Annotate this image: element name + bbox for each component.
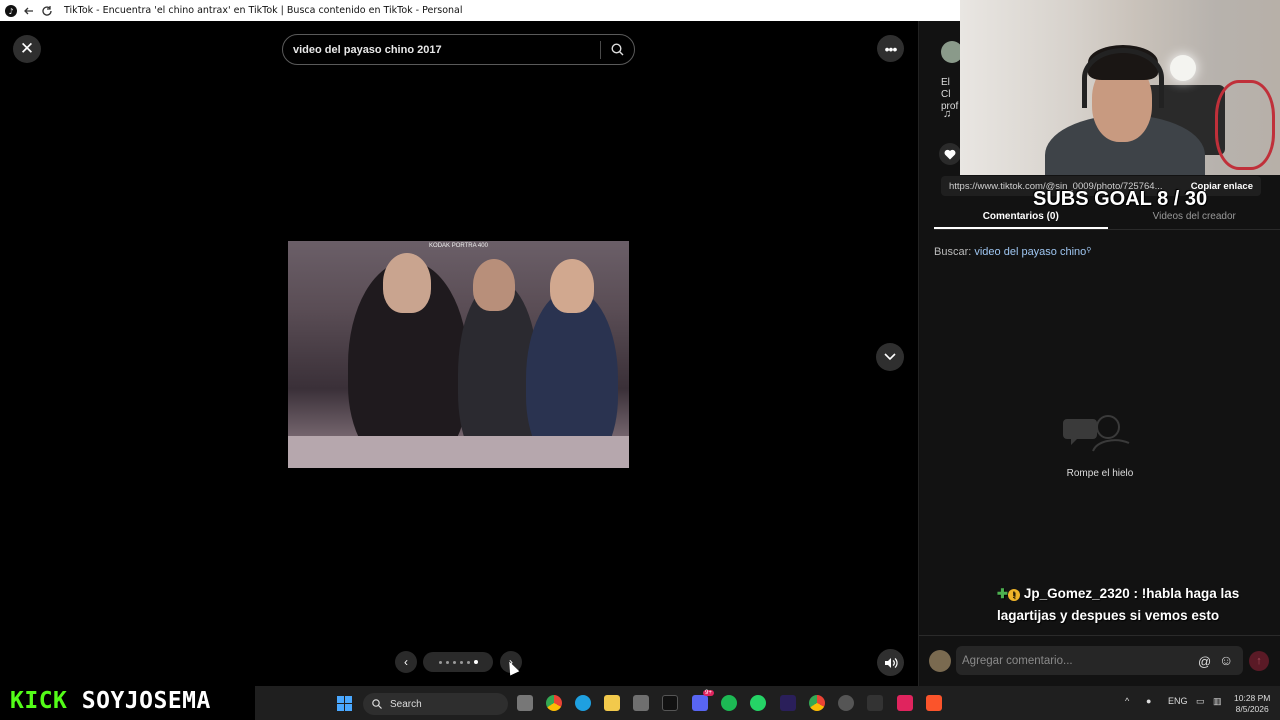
empty-comments-icon	[1063, 411, 1133, 462]
taskbar-search-label: Search	[390, 698, 422, 710]
search-icon	[372, 699, 382, 709]
kick-channel-logo: KICK SOYJOSEMA	[10, 688, 211, 714]
edge-icon[interactable]	[575, 695, 591, 711]
subs-goal-overlay: SUBS GOAL 8 / 30	[1033, 188, 1208, 210]
related-search-prefix: Buscar:	[934, 246, 972, 258]
tiktok-studio-icon[interactable]	[897, 695, 913, 711]
brave-icon[interactable]	[926, 695, 942, 711]
page-dot-active[interactable]	[473, 660, 478, 664]
discord-icon[interactable]	[692, 695, 708, 711]
search-bar[interactable]: video del payaso chino 2017	[282, 34, 635, 65]
photo-table	[288, 436, 629, 468]
clock-time: 10:28 PM	[1234, 693, 1271, 703]
obs-icon[interactable]	[838, 695, 854, 711]
next-post-button[interactable]	[876, 343, 904, 371]
microphone-icon[interactable]: ●	[1146, 696, 1151, 706]
windows-start-icon[interactable]	[337, 696, 352, 711]
webcam-headset	[1082, 48, 1164, 108]
discord-notification-badge: 9+	[703, 690, 714, 696]
reload-icon[interactable]	[40, 4, 54, 18]
back-arrow-icon[interactable]	[22, 4, 36, 18]
music-note-icon[interactable]: ♫	[943, 108, 951, 120]
empty-comments-text: Rompe el hielo	[1066, 468, 1134, 479]
more-options-button[interactable]: •••	[877, 35, 904, 62]
spotify-icon[interactable]	[721, 695, 737, 711]
user-avatar[interactable]	[929, 650, 951, 672]
emoji-icon[interactable]: ☺	[1219, 652, 1233, 668]
search-input[interactable]: video del payaso chino 2017	[283, 44, 600, 56]
photo-prev-button[interactable]: ‹	[395, 651, 417, 673]
comment-composer: Agregar comentario... @ ☺ ↑	[919, 635, 1280, 686]
tiktok-favicon-icon: ♪	[4, 4, 18, 18]
chevron-down-icon	[884, 353, 896, 361]
badge-sub-icon: !	[1007, 589, 1020, 601]
chat-username: Jp_Gomez_2320	[1023, 586, 1130, 601]
chat-message: ✚! Jp_Gomez_2320 : !habla haga las lagart…	[997, 583, 1277, 627]
webcam-lamp	[1170, 55, 1196, 81]
page-dot[interactable]	[452, 660, 456, 664]
chrome-profile-icon[interactable]	[809, 695, 825, 711]
more-icon: •••	[884, 40, 898, 57]
chrome-icon[interactable]	[546, 695, 562, 711]
window-title: TikTok - Encuentra 'el chino antrax' en …	[64, 5, 463, 16]
taskbar-search[interactable]: Search	[363, 693, 508, 715]
photo-face-middle	[473, 259, 515, 311]
photo-face-right	[550, 259, 594, 313]
search-button[interactable]	[601, 43, 634, 56]
related-search-link[interactable]: video del payaso chino	[974, 246, 1086, 258]
taskbar: Search 9+ ^ ● ENG ▭ ▥ 10:28 PM 8/5/2026	[255, 686, 1280, 720]
system-clock[interactable]: 10:28 PM 8/5/2026	[1234, 693, 1270, 715]
page-dot[interactable]	[438, 660, 442, 664]
heart-icon	[944, 149, 956, 159]
display-icon[interactable]: ▭	[1196, 696, 1205, 707]
terminal-icon[interactable]	[867, 695, 883, 711]
file-explorer-icon[interactable]	[604, 695, 620, 711]
related-search: Buscar: video del payaso chino⚲	[934, 246, 1091, 258]
kick-prefix: KICK	[10, 688, 68, 714]
page-dot[interactable]	[466, 660, 470, 664]
volume-button[interactable]	[877, 649, 904, 676]
webcam-bike	[1215, 80, 1275, 170]
photo-face-left	[383, 253, 431, 313]
network-icon[interactable]: ▥	[1213, 696, 1222, 707]
post-photo: KODAK PORTRA 400	[288, 241, 629, 468]
tray-chevron-icon[interactable]: ^	[1125, 696, 1129, 706]
premiere-icon[interactable]	[780, 695, 796, 711]
language-indicator[interactable]: ENG	[1168, 696, 1188, 706]
like-button[interactable]	[939, 143, 961, 165]
clock-date: 8/5/2026	[1235, 704, 1269, 714]
close-button[interactable]: ✕	[13, 35, 41, 63]
chevron-left-icon: ‹	[404, 655, 408, 669]
tiktok-app-icon[interactable]	[662, 695, 678, 711]
photo-film-caption: KODAK PORTRA 400	[429, 243, 488, 249]
close-icon: ✕	[19, 39, 35, 58]
svg-text:♪: ♪	[8, 7, 13, 16]
kick-channel-name: SOYJOSEMA	[81, 688, 211, 714]
task-view-icon[interactable]	[517, 695, 533, 711]
page-dot[interactable]	[445, 660, 449, 664]
post-comment-button[interactable]: ↑	[1249, 651, 1269, 671]
speaker-icon	[884, 657, 898, 668]
photo-viewer: ✕ video del payaso chino 2017 ••• KODAK …	[0, 21, 918, 686]
search-small-icon: ⚲	[1086, 247, 1092, 254]
badge-plus-icon: ✚	[997, 586, 1008, 601]
webcam-overlay	[960, 0, 1280, 175]
photo-pagination	[423, 652, 493, 672]
page-dot[interactable]	[459, 660, 463, 664]
mention-icon[interactable]: @	[1198, 654, 1211, 669]
arrow-up-icon: ↑	[1256, 655, 1262, 667]
store-icon[interactable]	[633, 695, 649, 711]
whatsapp-icon[interactable]	[750, 695, 766, 711]
search-icon	[611, 43, 624, 56]
